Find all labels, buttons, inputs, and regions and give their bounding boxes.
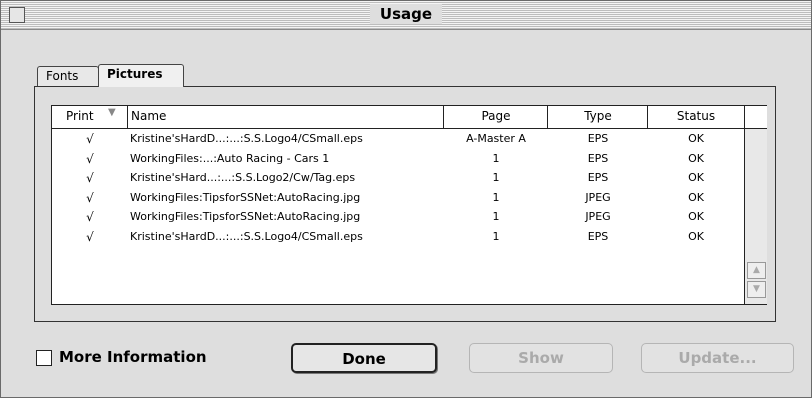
print-checkmark[interactable]: √ <box>52 191 128 205</box>
pictures-panel: Print ▼ Name Page Type Status √ Kristine… <box>34 86 776 322</box>
picture-type: JPEG <box>585 190 611 204</box>
table-row[interactable]: √ WorkingFiles:...:Auto Racing - Cars 1 … <box>52 150 744 170</box>
picture-page: 1 <box>492 171 500 184</box>
picture-page: 1 <box>492 151 500 165</box>
picture-type: EPS <box>587 171 609 184</box>
more-information-checkbox[interactable] <box>36 350 52 366</box>
table-row[interactable]: √ WorkingFiles:TipsforSSNet:AutoRacing.j… <box>52 189 744 209</box>
pictures-list: Print ▼ Name Page Type Status √ Kristine… <box>51 105 767 305</box>
print-checkmark[interactable]: √ <box>52 152 128 166</box>
picture-status: OK <box>688 151 704 165</box>
tab-pictures[interactable]: Pictures <box>98 64 184 87</box>
column-page[interactable]: Page <box>444 109 548 123</box>
picture-name: Kristine'sHard...:...:S.S.Logo2/Cw/Tag.e… <box>130 171 356 184</box>
list-rows: √ Kristine'sHardD...:...:S.S.Logo4/CSmal… <box>52 130 744 247</box>
sort-down-icon[interactable]: ▼ <box>108 107 116 118</box>
scrollbar-header <box>745 106 767 129</box>
column-name[interactable]: Name <box>131 109 166 123</box>
picture-page: 1 <box>492 190 500 204</box>
print-checkmark[interactable]: √ <box>52 171 128 185</box>
done-button[interactable]: Done <box>291 343 437 373</box>
title-bar[interactable]: Usage <box>1 1 811 30</box>
picture-status: OK <box>688 210 704 223</box>
picture-type: EPS <box>587 151 609 165</box>
table-row[interactable]: √ WorkingFiles:TipsforSSNet:AutoRacing.j… <box>52 208 744 228</box>
usage-dialog: Usage Fonts Pictures Print ▼ Name Page T… <box>0 0 812 398</box>
scroll-down-arrow-icon[interactable]: ▼ <box>747 281 766 298</box>
picture-name: WorkingFiles:TipsforSSNet:AutoRacing.jpg <box>130 210 361 223</box>
picture-type: EPS <box>587 229 609 243</box>
picture-name: WorkingFiles:TipsforSSNet:AutoRacing.jpg <box>130 190 361 204</box>
picture-status: OK <box>688 132 704 145</box>
tab-fonts[interactable]: Fonts <box>37 66 99 86</box>
picture-type: JPEG <box>585 210 611 223</box>
picture-status: OK <box>688 229 704 243</box>
show-button[interactable]: Show <box>469 343 613 373</box>
scroll-up-arrow-icon[interactable]: ▲ <box>747 262 766 279</box>
picture-page: 1 <box>492 210 500 223</box>
picture-name: Kristine'sHardD...:...:S.S.Logo4/CSmall.… <box>130 132 363 145</box>
table-row[interactable]: √ Kristine'sHardD...:...:S.S.Logo4/CSmal… <box>52 228 744 248</box>
column-print[interactable]: Print <box>66 109 94 123</box>
picture-status: OK <box>688 171 704 184</box>
close-box[interactable] <box>9 7 25 23</box>
list-header: Print ▼ Name Page Type Status <box>52 106 744 129</box>
vertical-scrollbar[interactable]: ▲ ▼ <box>744 106 767 304</box>
update-button[interactable]: Update... <box>641 343 794 373</box>
column-status[interactable]: Status <box>648 109 744 123</box>
picture-page: 1 <box>492 229 500 243</box>
picture-page: A-Master A <box>466 132 526 145</box>
picture-type: EPS <box>587 132 609 145</box>
window-title: Usage <box>369 4 443 24</box>
picture-status: OK <box>688 190 704 204</box>
picture-name: Kristine'sHardD...:...:S.S.Logo4/CSmall.… <box>130 229 363 243</box>
column-divider <box>127 106 128 128</box>
more-information-label[interactable]: More Information <box>59 348 207 366</box>
column-type[interactable]: Type <box>548 109 648 123</box>
print-checkmark[interactable]: √ <box>52 132 128 146</box>
print-checkmark[interactable]: √ <box>52 230 128 244</box>
table-row[interactable]: √ Kristine'sHard...:...:S.S.Logo2/Cw/Tag… <box>52 169 744 189</box>
print-checkmark[interactable]: √ <box>52 210 128 224</box>
table-row[interactable]: √ Kristine'sHardD...:...:S.S.Logo4/CSmal… <box>52 130 744 150</box>
picture-name: WorkingFiles:...:Auto Racing - Cars 1 <box>130 151 330 165</box>
